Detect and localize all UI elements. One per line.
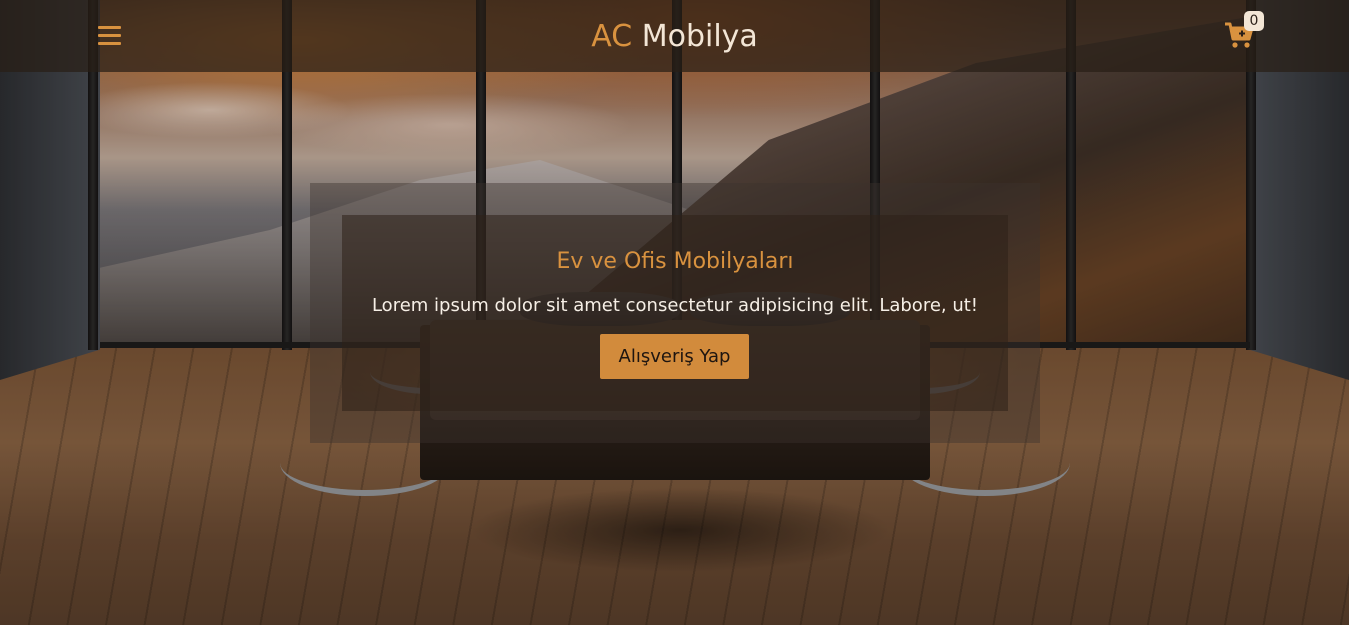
hero-section: AC Mobilya 0 Ev ve Ofis Mobilyaları Lore… (0, 0, 1349, 625)
hero-title: Ev ve Ofis Mobilyaları (556, 249, 794, 274)
shop-button[interactable]: Alışveriş Yap (600, 334, 749, 379)
brand-logo[interactable]: AC Mobilya (0, 17, 1349, 57)
navbar: AC Mobilya 0 (0, 0, 1349, 72)
brand-name: Mobilya (641, 19, 758, 54)
brand-prefix: AC (591, 19, 633, 54)
cart-count-badge: 0 (1244, 11, 1264, 31)
hero-text: Lorem ipsum dolor sit amet consectetur a… (371, 295, 979, 316)
